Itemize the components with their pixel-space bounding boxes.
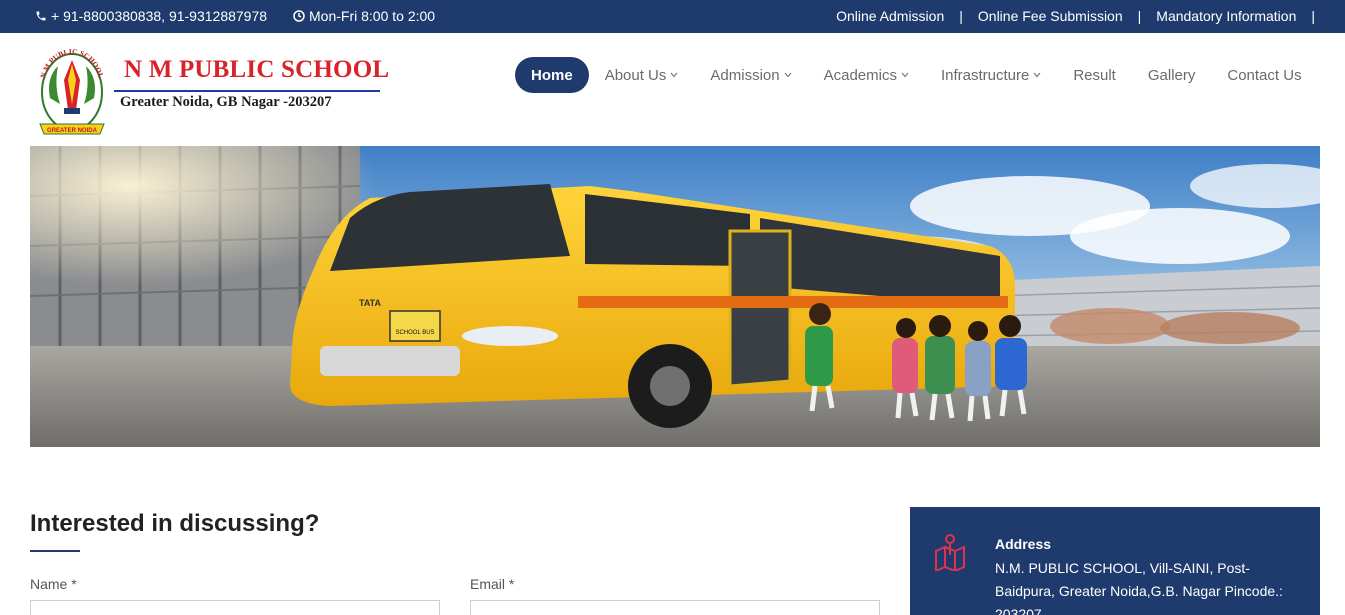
nav-label: Contact Us <box>1227 66 1302 84</box>
required-mark: * <box>508 576 515 592</box>
hours-text: Mon-Fri 8:00 to 2:00 <box>309 8 436 24</box>
main-nav: Home About Us Admission Academics Infras… <box>515 57 1302 93</box>
separator: | <box>959 8 963 24</box>
separator: | <box>1137 8 1142 24</box>
top-links: Online Admission | Online Fee Submission… <box>836 8 1315 24</box>
mandatory-information-link[interactable]: Mandatory Information <box>1156 8 1296 24</box>
contact-phones: + 91-8800380838, 91-9312887978 <box>35 8 267 24</box>
logo-ribbon-text: GREATER NOIDA <box>47 128 98 134</box>
nav-label: Home <box>531 66 573 84</box>
bus-plate-text: SCHOOL BUS <box>395 330 434 336</box>
nav-label: Infrastructure <box>940 66 1030 84</box>
name-label-text: Name <box>30 576 68 592</box>
office-hours: Mon-Fri 8:00 to 2:00 <box>293 8 435 24</box>
chevron-down-icon <box>670 72 678 78</box>
online-fee-submission-link[interactable]: Online Fee Submission <box>978 8 1123 24</box>
required-mark: * <box>71 576 77 592</box>
separator: | <box>1311 8 1315 24</box>
nav-home[interactable]: Home <box>515 57 589 93</box>
email-label-text: Email <box>470 576 506 592</box>
nav-result[interactable]: Result <box>1073 57 1116 93</box>
phone-icon <box>36 11 46 21</box>
chevron-down-icon <box>784 72 792 78</box>
chevron-down-icon <box>1033 72 1041 78</box>
clock-icon <box>293 10 305 22</box>
map-pin-icon <box>935 534 965 571</box>
title-underline <box>30 550 80 552</box>
email-field[interactable] <box>470 600 880 615</box>
top-bar: + 91-8800380838, 91-9312887978 Mon-Fri 8… <box>0 0 1345 33</box>
school-name-underline <box>114 90 380 92</box>
nav-label: Academics <box>823 66 897 84</box>
school-address-tagline: Greater Noida, GB Nagar -203207 <box>120 94 332 110</box>
nav-infrastructure[interactable]: Infrastructure <box>941 57 1041 93</box>
nav-label: Gallery <box>1147 66 1196 84</box>
phone-numbers: + 91-8800380838, 91-9312887978 <box>51 8 268 24</box>
address-heading: Address <box>995 536 1052 552</box>
address-card: Address N.M. PUBLIC SCHOOL, Vill-SAINI, … <box>910 507 1320 615</box>
bus-brand-text: TATA <box>359 298 381 308</box>
school-name[interactable]: N M PUBLIC SCHOOL <box>124 56 389 84</box>
school-logo[interactable]: N M PUBLIC SCHOOL GREATER NOIDA <box>36 38 108 142</box>
hero-banner-image: SCHOOL BUS TATA <box>30 146 1320 447</box>
online-admission-link[interactable]: Online Admission <box>836 8 944 24</box>
chevron-down-icon <box>901 72 909 78</box>
name-field[interactable] <box>30 600 440 615</box>
nav-academics[interactable]: Academics <box>824 57 909 93</box>
form-title: Interested in discussing? <box>30 510 320 537</box>
nav-label: About Us <box>604 66 667 84</box>
nav-about-us[interactable]: About Us <box>605 57 679 93</box>
nav-admission[interactable]: Admission <box>710 57 792 93</box>
address-text: N.M. PUBLIC SCHOOL, Vill-SAINI, Post-Bai… <box>995 560 1283 615</box>
nav-contact-us[interactable]: Contact Us <box>1227 57 1301 93</box>
nav-label: Result <box>1073 66 1116 84</box>
nav-label: Admission <box>710 66 780 84</box>
nav-gallery[interactable]: Gallery <box>1148 57 1196 93</box>
email-label: Email * <box>470 576 514 592</box>
name-label: Name * <box>30 576 77 592</box>
